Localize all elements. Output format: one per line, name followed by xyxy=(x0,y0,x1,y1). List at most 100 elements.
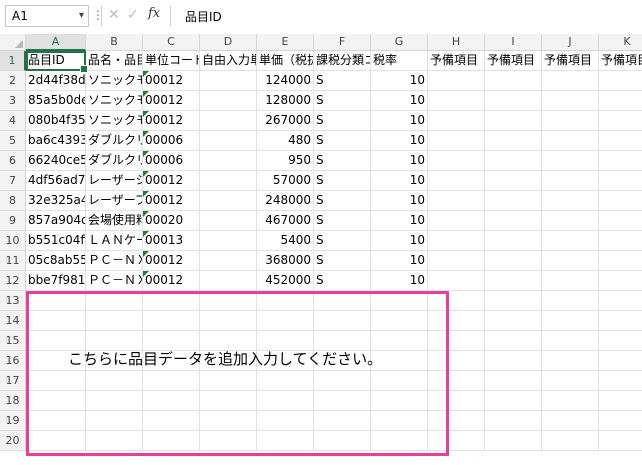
cell-j8[interactable] xyxy=(542,191,599,211)
column-header-h[interactable]: H xyxy=(428,34,485,51)
column-header-j[interactable]: J xyxy=(542,34,599,51)
cell-k8[interactable] xyxy=(599,191,642,211)
cell-h10[interactable] xyxy=(428,231,485,251)
cell-k15[interactable] xyxy=(599,331,642,351)
cell-a9[interactable]: 857a904d9 xyxy=(26,211,86,231)
cell-j12[interactable] xyxy=(542,271,599,291)
column-header-g[interactable]: G xyxy=(371,34,428,51)
cell-k9[interactable] xyxy=(599,211,642,231)
cell-j17[interactable] xyxy=(542,371,599,391)
cell-e3[interactable]: 128000 xyxy=(257,91,314,111)
name-box[interactable]: A1 ▾ xyxy=(5,5,89,27)
cell-d10[interactable] xyxy=(200,231,257,251)
cell-a7[interactable]: 4df56ad71 xyxy=(26,171,86,191)
cell-g12[interactable]: 10 xyxy=(371,271,428,291)
formula-input[interactable]: 品目ID xyxy=(185,8,222,25)
column-header-k[interactable]: K xyxy=(599,34,642,51)
cell-j3[interactable] xyxy=(542,91,599,111)
cell-g3[interactable]: 10 xyxy=(371,91,428,111)
cell-e6[interactable]: 950 xyxy=(257,151,314,171)
cell-i12[interactable] xyxy=(485,271,542,291)
cell-a8[interactable]: 32e325a46 xyxy=(26,191,86,211)
cell-c4[interactable]: 00012 xyxy=(143,111,200,131)
cell-i13[interactable] xyxy=(485,291,542,311)
cell-j20[interactable] xyxy=(542,431,599,451)
cell-k13[interactable] xyxy=(599,291,642,311)
cell-b3[interactable]: ソニックモ xyxy=(86,91,143,111)
cell-h2[interactable] xyxy=(428,71,485,91)
cell-e9[interactable]: 467000 xyxy=(257,211,314,231)
cell-a11[interactable]: 05c8ab55b xyxy=(26,251,86,271)
cell-j6[interactable] xyxy=(542,151,599,171)
cell-g11[interactable]: 10 xyxy=(371,251,428,271)
cell-g10[interactable]: 10 xyxy=(371,231,428,251)
cell-h4[interactable] xyxy=(428,111,485,131)
cell-a12[interactable]: bbe7f9812 xyxy=(26,271,86,291)
cell-h9[interactable] xyxy=(428,211,485,231)
cell-f7[interactable]: S xyxy=(314,171,371,191)
cell-b2[interactable]: ソニックモ xyxy=(86,71,143,91)
cell-c7[interactable]: 00012 xyxy=(143,171,200,191)
insert-function-button[interactable]: fx xyxy=(148,6,160,21)
cell-k10[interactable] xyxy=(599,231,642,251)
row-header-4[interactable]: 4 xyxy=(0,111,26,131)
column-header-d[interactable]: D xyxy=(200,34,257,51)
cell-i5[interactable] xyxy=(485,131,542,151)
cell-j13[interactable] xyxy=(542,291,599,311)
cell-k19[interactable] xyxy=(599,411,642,431)
cell-i7[interactable] xyxy=(485,171,542,191)
row-header-10[interactable]: 10 xyxy=(0,231,26,251)
row-header-20[interactable]: 20 xyxy=(0,431,26,451)
cell-k7[interactable] xyxy=(599,171,642,191)
cell-d9[interactable] xyxy=(200,211,257,231)
cell-j4[interactable] xyxy=(542,111,599,131)
cell-j7[interactable] xyxy=(542,171,599,191)
row-header-2[interactable]: 2 xyxy=(0,71,26,91)
row-header-13[interactable]: 13 xyxy=(0,291,26,311)
cell-e10[interactable]: 5400 xyxy=(257,231,314,251)
cell-e8[interactable]: 248000 xyxy=(257,191,314,211)
cell-f2[interactable]: S xyxy=(314,71,371,91)
cell-e11[interactable]: 368000 xyxy=(257,251,314,271)
chevron-down-icon[interactable]: ▾ xyxy=(79,6,84,26)
cell-f4[interactable]: S xyxy=(314,111,371,131)
cell-f8[interactable]: S xyxy=(314,191,371,211)
cell-c9[interactable]: 00020 xyxy=(143,211,200,231)
confirm-icon[interactable]: ✓ xyxy=(127,7,139,23)
row-header-8[interactable]: 8 xyxy=(0,191,26,211)
cell-k6[interactable] xyxy=(599,151,642,171)
cell-b4[interactable]: ソニックモ xyxy=(86,111,143,131)
cell-b10[interactable]: ＬＡＮケー xyxy=(86,231,143,251)
cell-i2[interactable] xyxy=(485,71,542,91)
cell-i4[interactable] xyxy=(485,111,542,131)
row-header-11[interactable]: 11 xyxy=(0,251,26,271)
cell-g5[interactable]: 10 xyxy=(371,131,428,151)
cell-a6[interactable]: 66240ce5f xyxy=(26,151,86,171)
cell-j9[interactable] xyxy=(542,211,599,231)
cell-e1[interactable]: 単価（税抜） xyxy=(257,51,314,71)
row-header-19[interactable]: 19 xyxy=(0,411,26,431)
cell-k16[interactable] xyxy=(599,351,642,371)
cell-b11[interactable]: ＰＣ－ＮＸ xyxy=(86,251,143,271)
cell-k14[interactable] xyxy=(599,311,642,331)
cell-d5[interactable] xyxy=(200,131,257,151)
cell-a3[interactable]: 85a5b0del xyxy=(26,91,86,111)
cell-k12[interactable] xyxy=(599,271,642,291)
cell-d1[interactable]: 自由入力単位 xyxy=(200,51,257,71)
cell-c1[interactable]: 単位コード xyxy=(143,51,200,71)
cell-i19[interactable] xyxy=(485,411,542,431)
row-header-9[interactable]: 9 xyxy=(0,211,26,231)
cell-h7[interactable] xyxy=(428,171,485,191)
cell-g1[interactable]: 税率 xyxy=(371,51,428,71)
cell-c6[interactable]: 00006 xyxy=(143,151,200,171)
cell-i16[interactable] xyxy=(485,351,542,371)
cell-j11[interactable] xyxy=(542,251,599,271)
cell-i15[interactable] xyxy=(485,331,542,351)
column-header-a[interactable]: A xyxy=(26,34,86,51)
cell-c12[interactable]: 00012 xyxy=(143,271,200,291)
column-header-c[interactable]: C xyxy=(143,34,200,51)
cell-b1[interactable]: 品名・品目 xyxy=(86,51,143,71)
cell-h5[interactable] xyxy=(428,131,485,151)
cell-f12[interactable]: S xyxy=(314,271,371,291)
cell-c5[interactable]: 00006 xyxy=(143,131,200,151)
